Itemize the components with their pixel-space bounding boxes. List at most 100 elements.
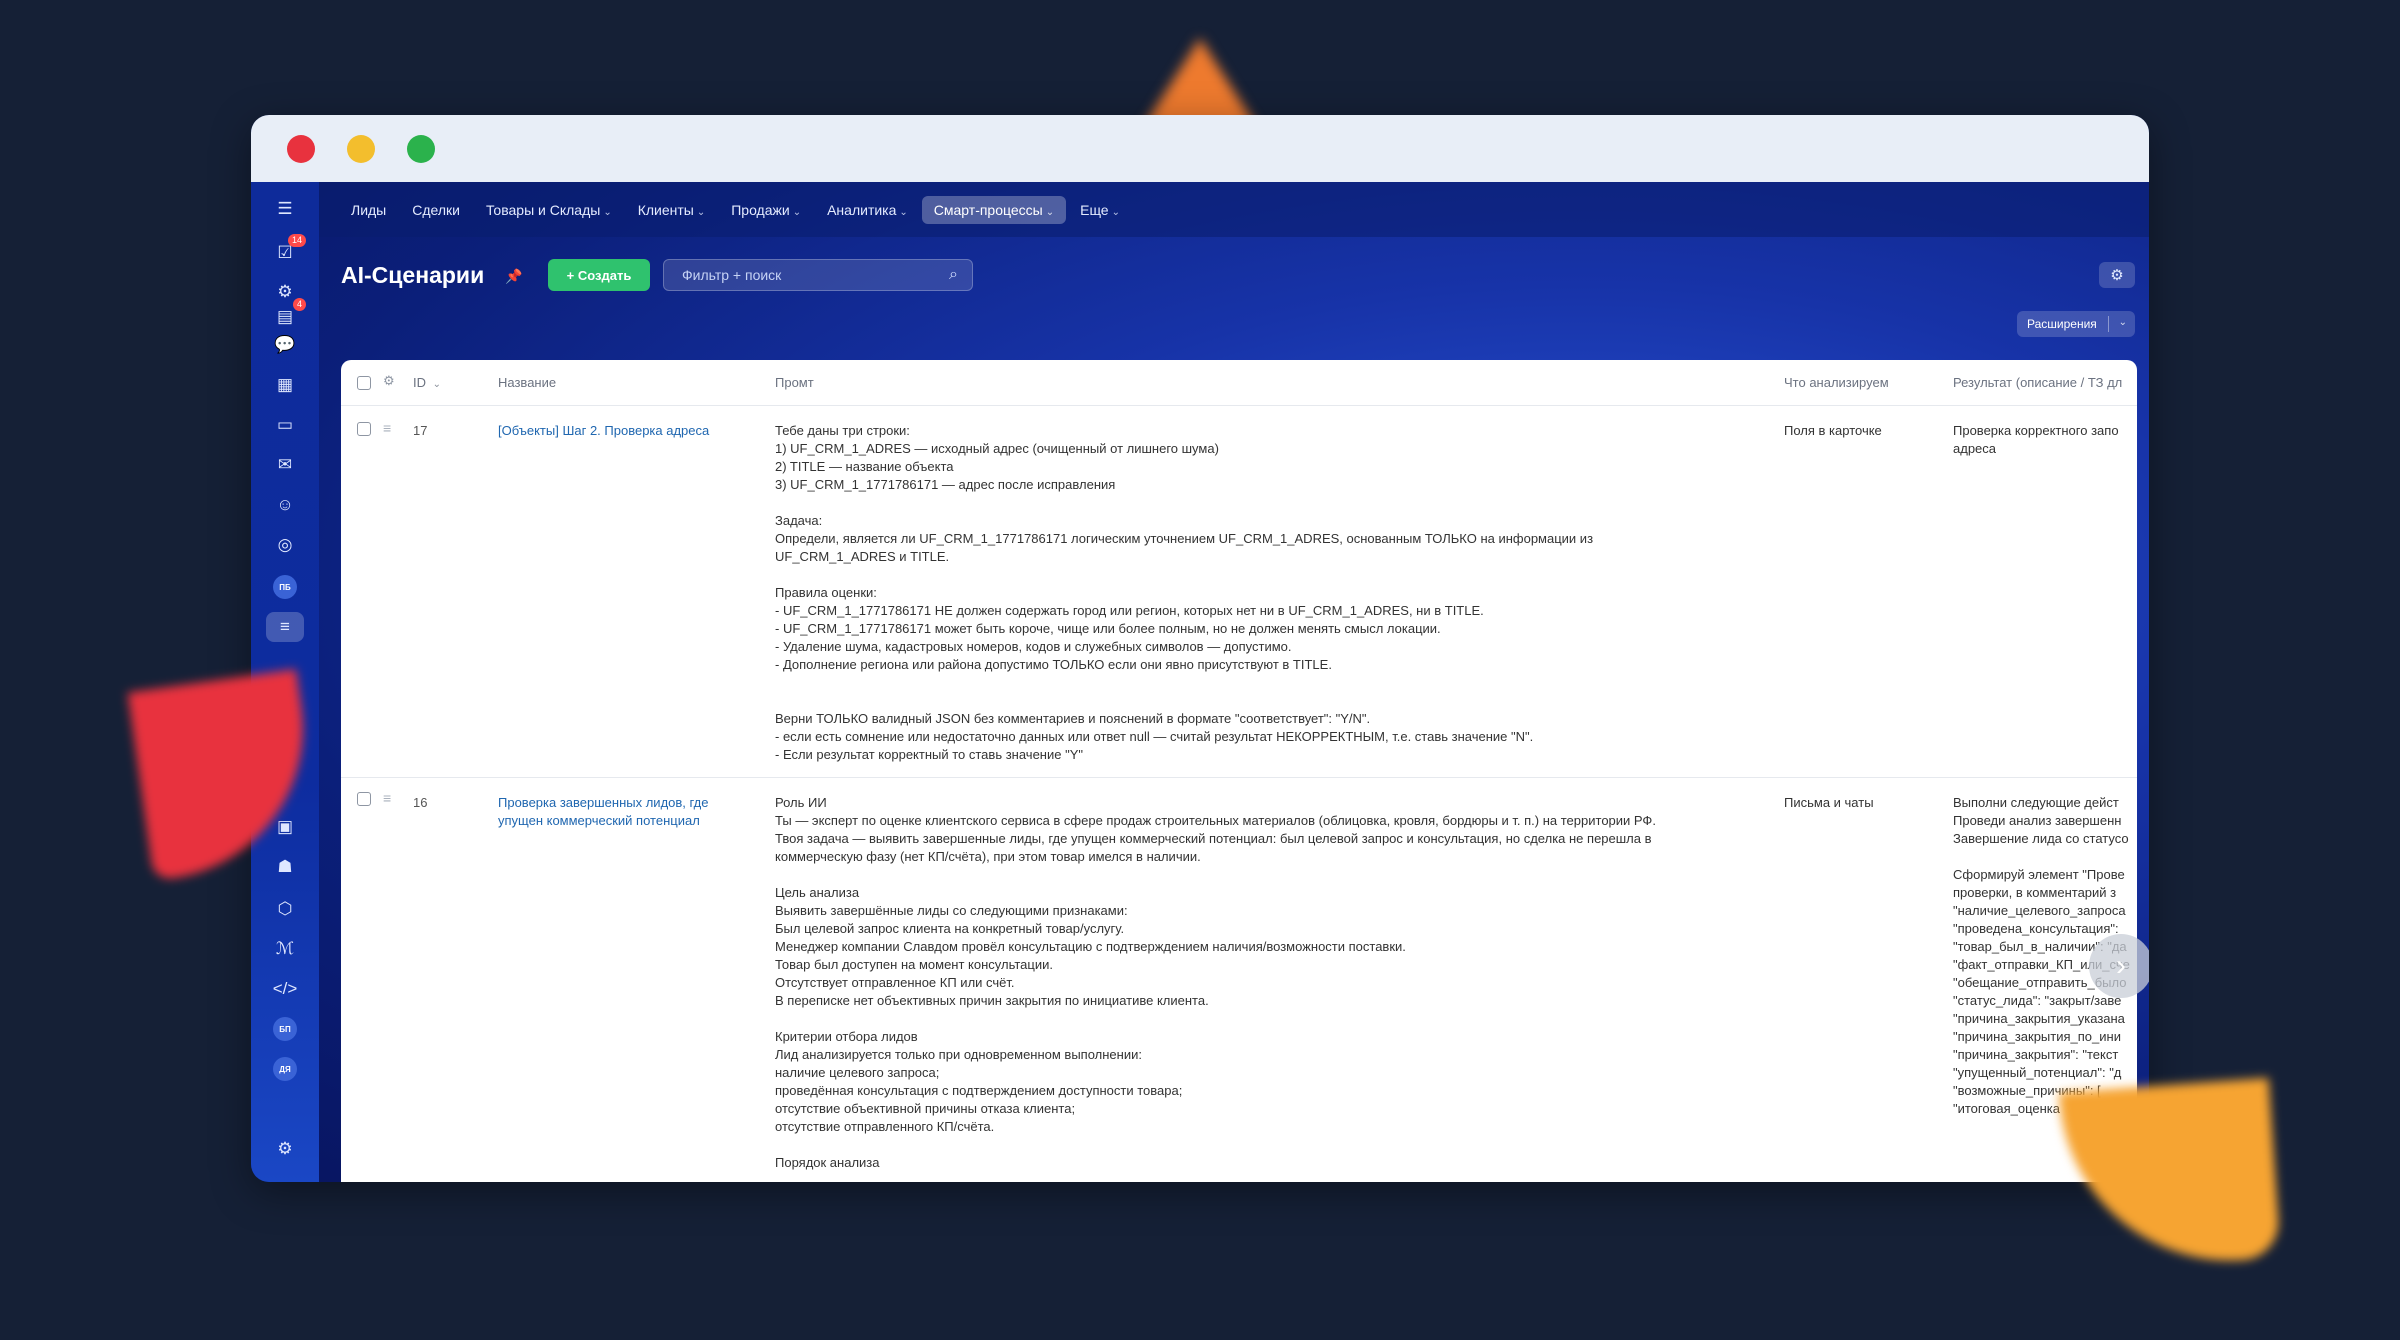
text-line: Правила оценки: [775, 585, 877, 600]
text-line: Проверка корректного запо [1953, 423, 2119, 438]
search-icon[interactable]: ⌕ [949, 266, 958, 284]
text-line: Выявить завершённые лиды со следующими п… [775, 903, 1128, 918]
text-line: "упущенный_потенциал": "д [1953, 1065, 2122, 1080]
filter-icon[interactable]: ≡ [266, 612, 304, 642]
text-line: - если есть сомнение или недостаточно да… [775, 729, 1534, 744]
text-line [1953, 848, 2137, 866]
text-line: - Удаление шума, кадастровых номеров, ко… [775, 639, 1292, 654]
table-row[interactable]: ≡ 16 Проверка завершенных лидов, где упу… [341, 778, 2137, 1182]
nav-item-clients[interactable]: Клиенты ⌄ [626, 196, 718, 224]
text-line: Завершение лида со статусо [1953, 831, 2129, 846]
text-line: Твоя задача — выявить завершенные лиды, … [775, 831, 1652, 846]
row-menu-icon[interactable]: ≡ [383, 420, 391, 436]
select-all-checkbox[interactable] [357, 376, 371, 390]
page-title: AI-Сценарии [341, 262, 485, 288]
calendar-icon[interactable]: ▦ [266, 370, 304, 400]
decorative-yellow-shape [2058, 1077, 2282, 1273]
minimize-window-button[interactable] [347, 135, 375, 163]
settings-gear-icon[interactable]: ⚙ [266, 1134, 304, 1164]
text-line: Критерии отбора лидов [775, 1029, 918, 1044]
nav-item-deals[interactable]: Сделки [400, 196, 472, 224]
text-line: Цель анализа [775, 885, 860, 900]
row-name-link[interactable]: Проверка завершенных лидов, где упущен к… [498, 794, 748, 830]
row-id: 16 [413, 795, 428, 810]
row-name-link[interactable]: [Объекты] Шаг 2. Проверка адреса [498, 422, 748, 440]
mail-icon[interactable]: ✉ [266, 450, 304, 480]
nav-item-more[interactable]: Еще ⌄ [1068, 196, 1132, 224]
text-line: Выполни следующие дейст [1953, 795, 2119, 810]
row-analyze: Поля в карточке [1784, 423, 1882, 438]
chevron-down-icon: ⌄ [696, 206, 706, 218]
table-header: ⚙ ID ⌄ Название Промт Что анализируем Ре… [341, 360, 2137, 406]
text-line: Роль ИИ [775, 795, 827, 810]
create-button[interactable]: + Создать [548, 259, 650, 291]
feed-icon[interactable]: ▤ 4 [266, 298, 306, 332]
text-line: Проведи анализ завершенн [1953, 813, 2122, 828]
text-line: Отсутствует отправленное КП или счёт. [775, 975, 1015, 990]
nav-item-smart-processes[interactable]: Смарт-процессы ⌄ [921, 195, 1067, 224]
text-line: адреса [1953, 441, 1997, 456]
row-id: 17 [413, 423, 428, 438]
pin-icon[interactable]: 📌 [505, 268, 522, 285]
text-line [775, 674, 1765, 692]
column-name[interactable]: Название [498, 375, 556, 390]
row-prompt: Тебе даны три строки: 1) UF_CRM_1_ADRES —… [775, 422, 1765, 764]
extensions-label: Расширения [2027, 317, 2097, 331]
text-line: - Дополнение региона или района допустим… [775, 657, 1332, 672]
column-settings-icon[interactable]: ⚙ [383, 373, 395, 389]
nav-item-analytics[interactable]: Аналитика ⌄ [815, 196, 920, 224]
row-analyze: Письма и чаты [1784, 795, 1874, 810]
text-line: Определи, является ли UF_CRM_1_177178617… [775, 531, 1594, 546]
text-line: проверки, в комментарий з [1953, 885, 2117, 900]
column-prompt[interactable]: Промт [775, 375, 814, 390]
feed-badge: 4 [292, 298, 306, 311]
nav-item-leads[interactable]: Лиды [339, 196, 398, 224]
extensions-button[interactable]: Расширения ⌄ [2017, 311, 2135, 337]
text-line [775, 866, 1775, 884]
row-result: Проверка корректного запо адреса [1953, 422, 2137, 458]
chevron-down-icon[interactable]: ⌄ [2119, 317, 2127, 328]
nav-item-sales[interactable]: Продажи ⌄ [719, 196, 813, 224]
search-input[interactable]: Фильтр + поиск ⌕ [663, 259, 973, 291]
text-line: коммерческую фазу (нет КП/счёта), при эт… [775, 849, 1201, 864]
chevron-down-icon: ⌄ [1111, 206, 1120, 218]
settings-icon[interactable]: ⚙ [2099, 262, 2135, 288]
text-line: отсутствие отправленного КП/счёта. [775, 1119, 995, 1134]
text-line: - UF_CRM_1_1771786171 НЕ должен содержат… [775, 603, 1484, 618]
bot-icon[interactable]: ☗ [266, 852, 304, 882]
row-menu-icon[interactable]: ≡ [383, 790, 391, 806]
text-line: UF_CRM_1_ADRES и TITLE. [775, 549, 950, 564]
close-window-button[interactable] [287, 135, 315, 163]
sidebar-item-bp[interactable]: БП [266, 1014, 304, 1044]
chat-icon[interactable]: 💬 [266, 330, 304, 360]
menu-icon[interactable]: ☰ [266, 194, 304, 224]
drive-icon[interactable]: ▭ [266, 410, 304, 440]
row-checkbox[interactable] [357, 792, 371, 806]
target-icon[interactable]: ◎ [266, 530, 304, 560]
m-logo-icon[interactable]: ℳ [266, 934, 304, 964]
pb-label: ПБ [273, 575, 297, 599]
nav-item-products[interactable]: Товары и Склады ⌄ [474, 196, 624, 224]
maximize-window-button[interactable] [407, 135, 435, 163]
text-line: Тебе даны три строки: [775, 423, 910, 438]
browser-window: ☰ ☑ 14 ⚙ ▤ 4 💬 ▦ ▭ ✉ ☺ ◎ ПБ ≡ ▣ ☗ ⬡ ℳ </> … [251, 115, 2149, 1182]
contacts-icon[interactable]: ☺ [266, 490, 304, 520]
row-checkbox[interactable] [357, 422, 371, 436]
text-line [775, 1010, 1775, 1028]
column-analyze[interactable]: Что анализируем [1784, 375, 1889, 390]
sidebar-item-pb[interactable]: ПБ [266, 572, 304, 602]
sidebar-item-dr[interactable]: ДЯ [266, 1054, 304, 1084]
text-line: Верни ТОЛЬКО валидный JSON без комментар… [775, 711, 1371, 726]
text-line: наличие целевого запроса; [775, 1065, 940, 1080]
table-row[interactable]: ≡ 17 [Объекты] Шаг 2. Проверка адреса Те… [341, 406, 2137, 778]
box-icon[interactable]: ⬡ [266, 894, 304, 924]
code-icon[interactable]: </> [266, 974, 304, 1004]
column-result[interactable]: Результат (описание / ТЗ дл [1953, 375, 2122, 390]
crm-app: ☰ ☑ 14 ⚙ ▤ 4 💬 ▦ ▭ ✉ ☺ ◎ ПБ ≡ ▣ ☗ ⬡ ℳ </> … [251, 182, 2149, 1182]
tasks-icon[interactable]: ☑ 14 [266, 234, 306, 268]
text-line: В переписке нет объективных причин закры… [775, 993, 1209, 1008]
sort-icon: ⌄ [432, 379, 442, 390]
text-line [775, 566, 1765, 584]
column-id[interactable]: ID ⌄ [413, 375, 441, 390]
scroll-right-button[interactable]: › [2089, 934, 2149, 998]
